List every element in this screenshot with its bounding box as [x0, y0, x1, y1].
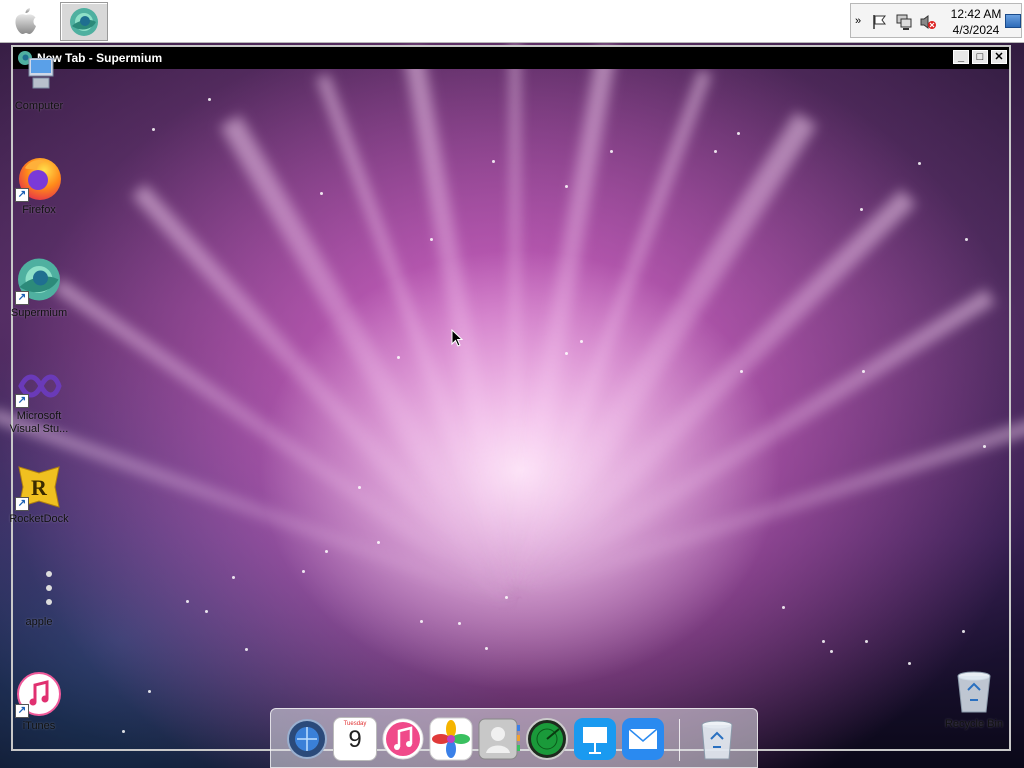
desktop-icon-visual-studio[interactable]: ↗ Microsoft Visual Stu...	[3, 364, 75, 436]
maximize-button[interactable]: □	[972, 50, 988, 64]
calendar-icon[interactable]: Tuesday 9	[333, 717, 377, 761]
desktop-icon-label: iTunes	[22, 720, 56, 732]
mail-icon[interactable]	[621, 717, 665, 761]
desktop-icon-supermium[interactable]: ↗ Supermium	[3, 257, 75, 320]
desktop-icon-itunes[interactable]: ↗ iTunes	[3, 670, 75, 733]
trash-icon[interactable]	[695, 717, 739, 761]
taskbar-supermium-button[interactable]	[60, 2, 108, 41]
rocketdock: Tuesday 9	[270, 708, 758, 768]
clock-date: 4/3/2024	[952, 23, 1000, 37]
minimize-button[interactable]: _	[953, 50, 969, 64]
desktop-icon-label: RocketDock	[9, 513, 69, 525]
shortcut-arrow-icon: ↗	[15, 704, 29, 718]
radar-icon[interactable]	[525, 717, 569, 761]
desktop-icon-firefox[interactable]: ↗ Firefox	[3, 154, 75, 217]
shortcut-arrow-icon: ↗	[15, 291, 29, 305]
window-title-bar[interactable]: New Tab - Supermium _ □ ✕	[13, 47, 1009, 69]
keynote-icon[interactable]	[573, 717, 617, 761]
apple-logo-icon	[15, 8, 36, 34]
globe-icon[interactable]	[285, 717, 329, 761]
desktop-icon-label: Microsoft Visual Stu...	[9, 410, 69, 435]
supermium-icon	[70, 7, 98, 36]
computer-icon	[28, 57, 54, 89]
apple-dots-icon	[46, 571, 52, 605]
system-tray: » 12:42 AM 4/3/2024	[850, 3, 1022, 38]
mouse-cursor-icon	[451, 329, 463, 347]
desktop-icon-label: Firefox	[22, 204, 56, 216]
photos-icon[interactable]	[429, 717, 473, 761]
desktop-icon-label: Recycle Bin	[944, 718, 1004, 730]
music-icon[interactable]	[381, 717, 425, 761]
volume-muted-icon[interactable]	[919, 13, 937, 31]
tray-expand-icon[interactable]: »	[855, 15, 861, 27]
clock-time: 12:42 AM	[950, 7, 1002, 21]
supermium-window: New Tab - Supermium _ □ ✕	[11, 45, 1011, 751]
shortcut-arrow-icon: ↗	[15, 188, 29, 202]
apple-menu-button[interactable]	[8, 4, 44, 38]
svg-text:R: R	[31, 475, 48, 500]
contacts-icon[interactable]	[477, 717, 521, 761]
desktop-icon-recycle-bin[interactable]: Recycle Bin	[938, 668, 1010, 731]
show-desktop-icon[interactable]	[1005, 14, 1021, 28]
desktop-icon-label: apple	[25, 616, 53, 628]
recycle-bin-icon	[957, 671, 991, 713]
desktop-icon-label: Computer	[14, 100, 64, 112]
close-button[interactable]: ✕	[991, 50, 1007, 64]
action-center-flag-icon[interactable]	[871, 13, 889, 31]
taskbar: » 12:42 AM 4/3/2024	[0, 0, 1024, 43]
shortcut-arrow-icon: ↗	[15, 394, 29, 408]
tray-clock[interactable]: 12:42 AM 4/3/2024	[947, 6, 1005, 38]
network-icon[interactable]	[895, 13, 913, 31]
calendar-day-number: 9	[348, 726, 362, 753]
dock-separator	[679, 719, 680, 761]
desktop-icon-computer[interactable]: Computer	[3, 57, 75, 113]
desktop-icon-label: Supermium	[10, 307, 68, 319]
desktop-icon-apple[interactable]: apple	[3, 566, 75, 629]
shortcut-arrow-icon: ↗	[15, 497, 29, 511]
desktop-icon-rocketdock[interactable]: R ↗ RocketDock	[3, 463, 75, 526]
